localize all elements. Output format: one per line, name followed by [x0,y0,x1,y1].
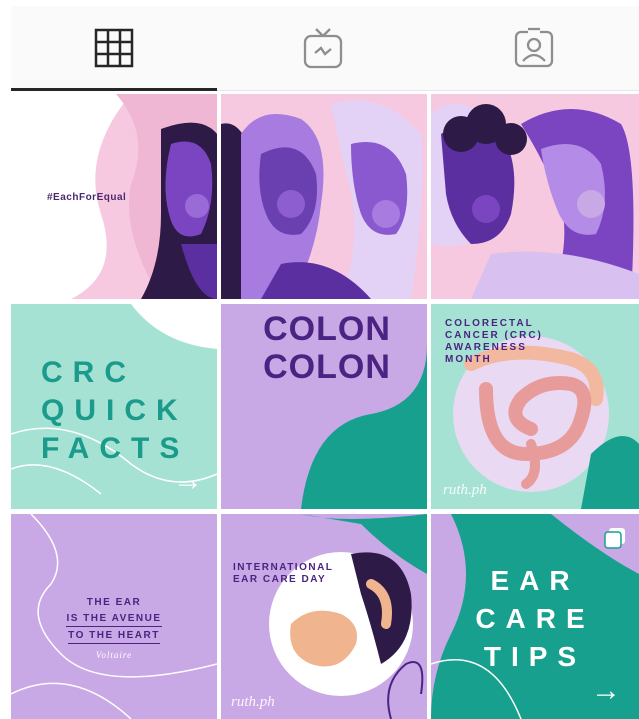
post-each-for-equal-2[interactable] [221,94,427,299]
igtv-icon [302,27,344,69]
quote-line-3: TO THE HEART [68,630,160,644]
quote-author: Voltaire [95,650,133,660]
post-each-for-equal-3[interactable] [431,94,639,299]
post-ear-care-tips[interactable]: EAR CARE TIPS → [431,514,639,719]
tagged-icon [513,27,555,69]
ear-care-tips-title: EAR CARE TIPS [475,565,595,672]
posts-grid: #EachForEqual CRC QUICK FACTS → COLON CO… [11,94,639,719]
watermark-text: ruth.ph [231,694,275,710]
post-colon[interactable]: COLON COLON [221,304,427,509]
quote-line-1: THE EAR [86,597,142,608]
watermark-text: ruth.ph [443,482,487,498]
tab-tagged[interactable] [429,6,639,90]
post-international-ear-care-day[interactable]: INTERNATIONAL EAR CARE DAY ruth.ph [221,514,427,719]
crc-awareness-title: COLORECTAL CANCER (CRC) AWARENESS MONTH [445,318,543,365]
arrow-right-icon: → [173,464,203,497]
post-crc-awareness-month[interactable]: COLORECTAL CANCER (CRC) AWARENESS MONTH … [431,304,639,509]
quote-line-2: IS THE AVENUE [66,613,162,627]
tab-igtv[interactable] [220,6,425,90]
arrow-right-icon: → [591,674,621,707]
tab-posts-grid[interactable] [11,6,217,91]
active-tab-indicator [11,88,217,91]
post-ear-quote[interactable]: THE EAR IS THE AVENUE TO THE HEART Volta… [11,514,217,719]
ear-quote: THE EAR IS THE AVENUE TO THE HEART Volta… [11,594,217,660]
ear-care-day-title: INTERNATIONAL EAR CARE DAY [233,562,334,585]
profile-tab-bar [11,6,639,91]
multiple-posts-icon [603,526,627,555]
hashtag-text: #EachForEqual [47,192,127,203]
grid-icon [94,28,134,68]
post-each-for-equal-1[interactable]: #EachForEqual [11,94,217,299]
colon-text: COLON COLON [263,310,391,386]
post-crc-quick-facts[interactable]: CRC QUICK FACTS → [11,304,217,509]
crc-quick-facts-title: CRC QUICK FACTS [41,356,190,465]
